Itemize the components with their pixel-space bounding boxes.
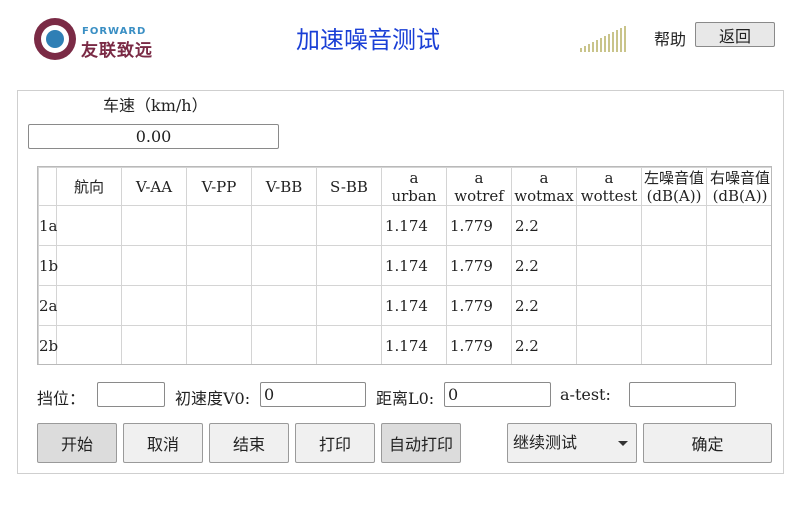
- print-button[interactable]: 打印: [295, 423, 375, 463]
- column-header: 右噪音值 (dB(A)): [706, 167, 771, 206]
- table-cell[interactable]: [641, 325, 707, 364]
- table-cell[interactable]: [251, 245, 317, 286]
- table-cell[interactable]: 1.174: [381, 285, 447, 326]
- auto-print-button[interactable]: 自动打印: [381, 423, 461, 463]
- v0-label: 初速度V0:: [175, 389, 251, 408]
- table-cell[interactable]: 2.2: [511, 245, 577, 286]
- table-cell[interactable]: 2.2: [511, 325, 577, 364]
- table-cell[interactable]: [121, 285, 187, 326]
- table-cell[interactable]: [186, 285, 252, 326]
- column-header: a wotmax: [511, 167, 577, 206]
- table-cell[interactable]: [56, 245, 122, 286]
- row-header: 1a: [38, 205, 58, 246]
- table-cell[interactable]: [316, 205, 382, 246]
- table-cell[interactable]: [706, 245, 771, 286]
- column-header: S-BB: [316, 167, 382, 206]
- table-cell[interactable]: [56, 285, 122, 326]
- column-header: a urban: [381, 167, 447, 206]
- column-header: a wotref: [446, 167, 512, 206]
- table-cell[interactable]: 1.779: [446, 245, 512, 286]
- chevron-down-icon: [618, 441, 628, 446]
- column-header: V-PP: [186, 167, 252, 206]
- table-row[interactable]: 1a 1.174 1.779 2.2: [38, 205, 771, 246]
- table-cell[interactable]: 1.779: [446, 325, 512, 364]
- table-cell[interactable]: 1.174: [381, 205, 447, 246]
- table-cell[interactable]: 2.2: [511, 285, 577, 326]
- table-cell[interactable]: 2.2: [511, 205, 577, 246]
- confirm-button[interactable]: 确定: [643, 423, 772, 463]
- table-cell[interactable]: [641, 245, 707, 286]
- table-cell[interactable]: [641, 205, 707, 246]
- end-button[interactable]: 结束: [209, 423, 289, 463]
- table-cell[interactable]: [251, 325, 317, 364]
- table-cell[interactable]: 1.174: [381, 245, 447, 286]
- gear-input[interactable]: [97, 382, 165, 407]
- gear-label: 挡位：: [37, 389, 86, 408]
- table-cell[interactable]: [706, 205, 771, 246]
- row-header: 2a: [38, 285, 58, 326]
- table-cell[interactable]: 1.779: [446, 205, 512, 246]
- cancel-button[interactable]: 取消: [123, 423, 203, 463]
- column-header: a wottest: [576, 167, 642, 206]
- table-cell[interactable]: 1.779: [446, 285, 512, 326]
- page-title: 加速噪音测试: [296, 26, 440, 54]
- table-cell[interactable]: [56, 325, 122, 364]
- column-header: V-AA: [121, 167, 187, 206]
- back-button[interactable]: 返回: [695, 22, 775, 47]
- table-cell[interactable]: [316, 285, 382, 326]
- table-corner: [38, 167, 57, 206]
- table-cell[interactable]: [576, 205, 642, 246]
- table-cell[interactable]: [186, 325, 252, 364]
- table-row[interactable]: 2a 1.174 1.779 2.2: [38, 285, 771, 326]
- l0-label: 距离L0:: [376, 389, 435, 408]
- speed-label: 车速（km/h）: [103, 96, 208, 115]
- table-cell[interactable]: [56, 205, 122, 246]
- table-cell[interactable]: [186, 205, 252, 246]
- logo-emblem-icon: [34, 18, 76, 60]
- table-cell[interactable]: [121, 205, 187, 246]
- table-cell[interactable]: [121, 325, 187, 364]
- start-button[interactable]: 开始: [37, 423, 117, 463]
- atest-input[interactable]: [629, 382, 736, 407]
- table-cell[interactable]: [576, 285, 642, 326]
- speed-display: 0.00: [28, 124, 279, 149]
- table-row[interactable]: 2b 1.174 1.779 2.2: [38, 325, 771, 364]
- test-mode-select[interactable]: 继续测试: [507, 423, 637, 463]
- results-table[interactable]: 航向 V-AA V-PP V-BB S-BB a urban a wotref …: [37, 166, 772, 365]
- column-header: 左噪音值 (dB(A)): [641, 167, 707, 206]
- table-cell[interactable]: 1.174: [381, 325, 447, 364]
- logo-text-cn: 友联致远: [81, 41, 153, 61]
- table-cell[interactable]: [251, 285, 317, 326]
- table-cell[interactable]: [316, 325, 382, 364]
- v0-input[interactable]: [260, 382, 366, 407]
- help-link[interactable]: 帮助: [654, 26, 686, 50]
- table-cell[interactable]: [706, 285, 771, 326]
- table-row[interactable]: 1b 1.174 1.779 2.2: [38, 245, 771, 286]
- column-header: V-BB: [251, 167, 317, 206]
- company-logo: FORWARD 友联致远: [34, 18, 164, 64]
- test-mode-selected: 继续测试: [513, 433, 578, 452]
- table-cell[interactable]: [641, 285, 707, 326]
- table-cell[interactable]: [121, 245, 187, 286]
- row-header: 1b: [38, 245, 58, 286]
- table-cell[interactable]: [706, 325, 771, 364]
- table-header-row: 航向 V-AA V-PP V-BB S-BB a urban a wotref …: [38, 167, 771, 206]
- row-header: 2b: [38, 325, 58, 364]
- table-cell[interactable]: [576, 325, 642, 364]
- table-cell[interactable]: [576, 245, 642, 286]
- table-cell[interactable]: [251, 205, 317, 246]
- table-cell[interactable]: [186, 245, 252, 286]
- atest-label: a-test:: [560, 385, 611, 404]
- table-cell[interactable]: [316, 245, 382, 286]
- column-header: 航向: [56, 167, 122, 206]
- l0-input[interactable]: [444, 382, 551, 407]
- signal-strength-icon: [580, 26, 628, 52]
